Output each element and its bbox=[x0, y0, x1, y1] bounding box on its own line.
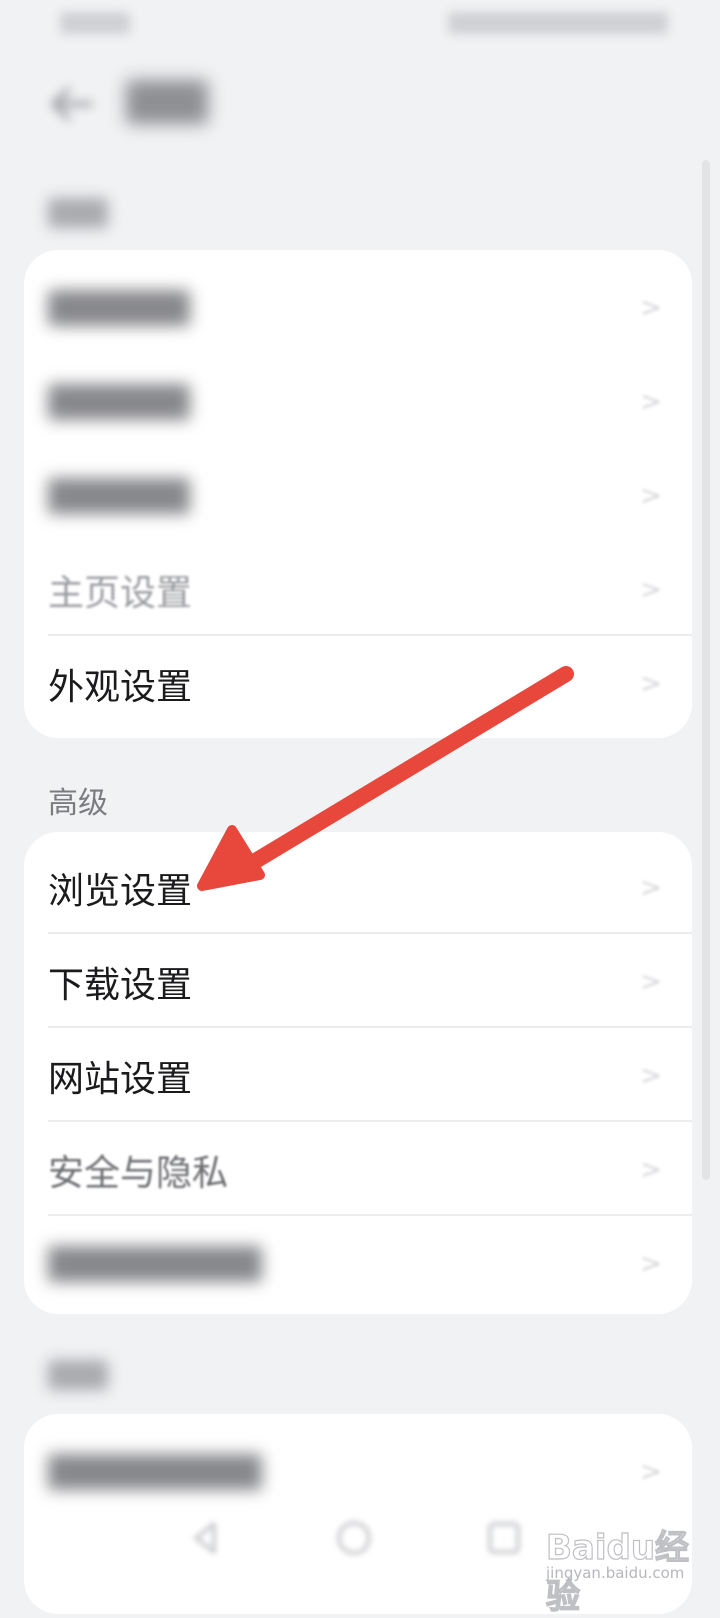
settings-item-download[interactable]: 下载设置 > bbox=[24, 934, 692, 1030]
chevron-right-icon: > bbox=[640, 873, 662, 903]
settings-item-label: 安全与隐私 bbox=[48, 1153, 229, 1194]
settings-item-2[interactable]: > bbox=[24, 354, 692, 450]
chevron-right-icon: > bbox=[640, 387, 662, 417]
nav-back-icon[interactable] bbox=[184, 1516, 228, 1560]
chevron-right-icon: > bbox=[640, 669, 662, 699]
settings-item-label bbox=[48, 384, 190, 420]
nav-home-icon[interactable] bbox=[332, 1516, 376, 1560]
back-arrow-icon[interactable] bbox=[46, 84, 94, 124]
settings-item-label: 外观设置 bbox=[48, 667, 193, 708]
watermark-logo: Baidu经验 jingyan.baidu.com bbox=[545, 1514, 716, 1617]
chevron-right-icon: > bbox=[640, 1249, 662, 1279]
chevron-right-icon: > bbox=[640, 967, 662, 997]
status-bar-indicators bbox=[448, 12, 668, 34]
settings-item-label bbox=[48, 478, 190, 514]
chevron-right-icon: > bbox=[640, 481, 662, 511]
nav-recents-icon[interactable] bbox=[482, 1516, 526, 1560]
settings-item-1[interactable]: > bbox=[24, 260, 692, 356]
settings-item-label bbox=[48, 1454, 262, 1490]
settings-item-label bbox=[48, 290, 190, 326]
section-label-other bbox=[48, 1360, 108, 1390]
settings-item-clear-data[interactable]: > bbox=[24, 1216, 692, 1312]
settings-item-label: 下载设置 bbox=[48, 965, 193, 1006]
status-bar bbox=[0, 0, 720, 60]
settings-item-website[interactable]: 网站设置 > bbox=[24, 1028, 692, 1124]
chevron-right-icon: > bbox=[640, 1457, 662, 1487]
settings-item-browse[interactable]: 浏览设置 > bbox=[24, 840, 692, 936]
chevron-right-icon: > bbox=[640, 1061, 662, 1091]
status-bar-carrier bbox=[60, 12, 130, 34]
chevron-right-icon: > bbox=[640, 575, 662, 605]
section-label-advanced: 高级 bbox=[48, 786, 108, 821]
settings-card-general: > > > 主页设置 > 外观设置 > bbox=[24, 250, 692, 738]
chevron-right-icon: > bbox=[640, 1155, 662, 1185]
settings-item-home[interactable]: 主页设置 > bbox=[24, 542, 692, 638]
settings-item-label bbox=[48, 1246, 262, 1282]
settings-item-label: 主页设置 bbox=[48, 573, 193, 614]
settings-card-advanced: 浏览设置 > 下载设置 > 网站设置 > 安全与隐私 > > bbox=[24, 832, 692, 1314]
settings-item-label: 浏览设置 bbox=[48, 871, 193, 912]
chevron-right-icon: > bbox=[640, 293, 662, 323]
watermark-url: jingyan.baidu.com bbox=[546, 1564, 685, 1582]
section-label-general bbox=[48, 198, 108, 228]
settings-item-3[interactable]: > bbox=[24, 448, 692, 544]
red-arrow-icon bbox=[197, 666, 574, 891]
page-title: 设置 bbox=[126, 80, 208, 124]
settings-item-security-privacy[interactable]: 安全与隐私 > bbox=[24, 1122, 692, 1218]
settings-item-label: 网站设置 bbox=[48, 1059, 193, 1100]
scrollbar[interactable] bbox=[702, 160, 710, 1180]
settings-item-appearance[interactable]: 外观设置 > bbox=[24, 636, 692, 732]
